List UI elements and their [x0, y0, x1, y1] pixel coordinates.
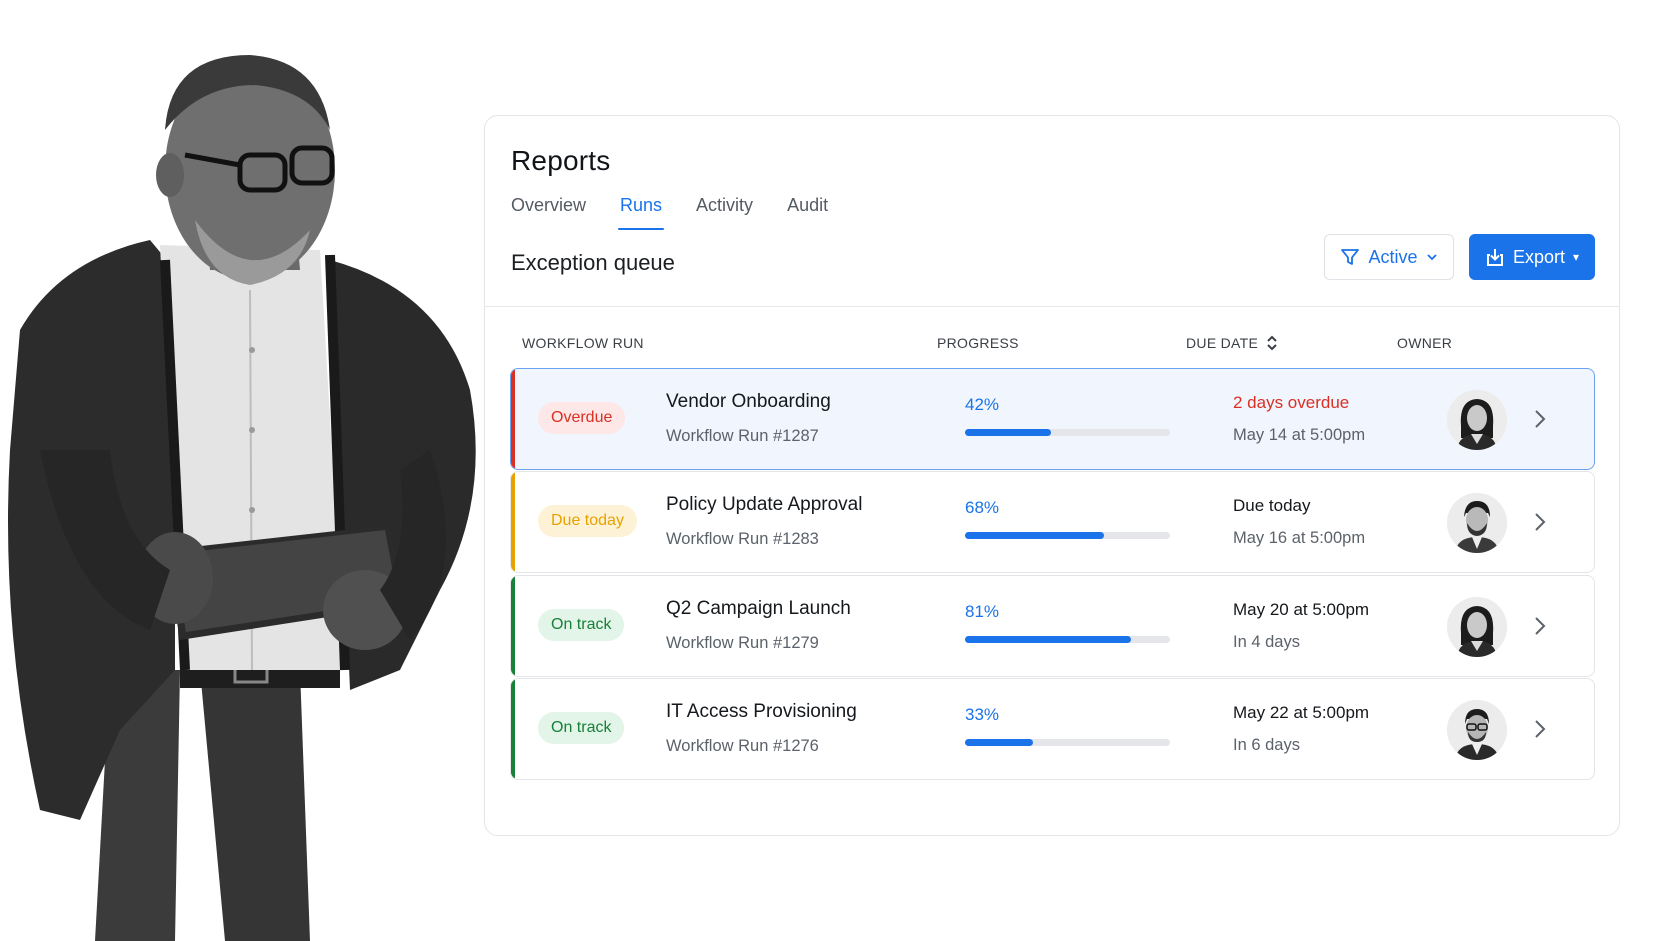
column-header-workflow-run[interactable]: WORKFLOW RUN — [522, 335, 644, 351]
person-photo — [8, 55, 476, 941]
due-date: May 16 at 5:00pm — [1233, 529, 1366, 547]
tab-activity[interactable]: Activity — [696, 195, 753, 230]
stage: Reports Overview Runs Activity Audit Exc… — [0, 0, 1672, 941]
progress-bar-fill — [965, 429, 1052, 436]
progress-bar-fill — [965, 739, 1033, 746]
table-row[interactable]: On track Q2 Campaign Launch Workflow Run… — [510, 575, 1595, 677]
export-label: Export — [1512, 246, 1565, 267]
chevron-right-icon[interactable] — [1533, 614, 1547, 638]
status-badge: On track — [538, 609, 625, 641]
due-date: May 20 at 5:00pm — [1233, 600, 1370, 619]
progress-percent: 33% — [965, 705, 1000, 724]
column-header-due-date[interactable]: DUE DATE — [1186, 335, 1278, 351]
run-name: Q2 Campaign Launch — [666, 598, 851, 619]
progress-bar — [965, 429, 1170, 436]
run-name: IT Access Provisioning — [666, 701, 857, 722]
active-filter-button[interactable]: Active — [1324, 234, 1454, 280]
due-status: 2 days overdue — [1233, 393, 1350, 412]
tab-runs[interactable]: Runs — [618, 195, 665, 230]
status-stripe — [511, 472, 515, 572]
owner-avatar[interactable] — [1447, 390, 1507, 450]
page-title: Reports — [511, 145, 611, 176]
progress-percent: 42% — [965, 395, 1000, 414]
status-badge: Due today — [538, 505, 637, 537]
run-id: Workflow Run #1276 — [666, 737, 819, 755]
status-badge: Overdue — [538, 402, 626, 434]
due-relative: In 4 days — [1233, 633, 1300, 651]
tab-audit[interactable]: Audit — [787, 195, 828, 230]
run-id: Workflow Run #1287 — [666, 427, 819, 445]
progress-percent: 81% — [965, 602, 1000, 621]
run-name: Policy Update Approval — [666, 494, 863, 515]
download-icon — [1486, 249, 1503, 266]
reports-card: Reports Overview Runs Activity Audit Exc… — [484, 115, 1620, 836]
due-relative: In 6 days — [1233, 736, 1300, 754]
due-date: May 22 at 5:00pm — [1233, 703, 1370, 722]
export-button[interactable]: Export ▾ — [1469, 234, 1595, 280]
progress-bar — [965, 739, 1170, 746]
run-name: Vendor Onboarding — [666, 391, 831, 412]
chevron-right-icon[interactable] — [1533, 407, 1547, 431]
tab-overview[interactable]: Overview — [511, 195, 586, 230]
tab-bar: Overview Runs Activity Audit — [511, 195, 862, 230]
due-date: May 14 at 5:00pm — [1233, 426, 1366, 444]
filter-icon — [1341, 249, 1360, 265]
table-row[interactable]: On track IT Access Provisioning Workflow… — [510, 678, 1595, 780]
caret-down-icon: ▾ — [1573, 250, 1580, 264]
chevron-right-icon[interactable] — [1533, 510, 1547, 534]
run-id: Workflow Run #1283 — [666, 530, 819, 548]
owner-avatar[interactable] — [1447, 493, 1507, 553]
run-id: Workflow Run #1279 — [666, 634, 819, 652]
status-badge: On track — [538, 712, 625, 744]
status-stripe — [511, 576, 515, 676]
due-date-header-label: DUE DATE — [1186, 335, 1259, 351]
owner-avatar[interactable] — [1447, 700, 1507, 760]
active-filter-label: Active — [1368, 246, 1418, 267]
progress-bar — [965, 532, 1170, 539]
owner-avatar[interactable] — [1447, 597, 1507, 657]
chevron-down-icon — [1426, 254, 1437, 261]
status-stripe — [511, 369, 515, 469]
progress-bar — [965, 636, 1170, 643]
table-row[interactable]: Overdue Vendor Onboarding Workflow Run #… — [510, 368, 1595, 470]
status-stripe — [511, 679, 515, 779]
column-header-progress[interactable]: PROGRESS — [937, 335, 1019, 351]
chevron-right-icon[interactable] — [1533, 717, 1547, 741]
progress-percent: 68% — [965, 498, 1000, 517]
table-row[interactable]: Due today Policy Update Approval Workflo… — [510, 471, 1595, 573]
due-status: Due today — [1233, 496, 1311, 515]
progress-bar-fill — [965, 532, 1105, 539]
column-header-owner[interactable]: OWNER — [1397, 335, 1452, 351]
card-header: Reports Overview Runs Activity Audit Exc… — [485, 116, 1619, 307]
section-title: Exception queue — [511, 250, 675, 275]
progress-bar-fill — [965, 636, 1132, 643]
sort-icon[interactable] — [1266, 335, 1278, 351]
